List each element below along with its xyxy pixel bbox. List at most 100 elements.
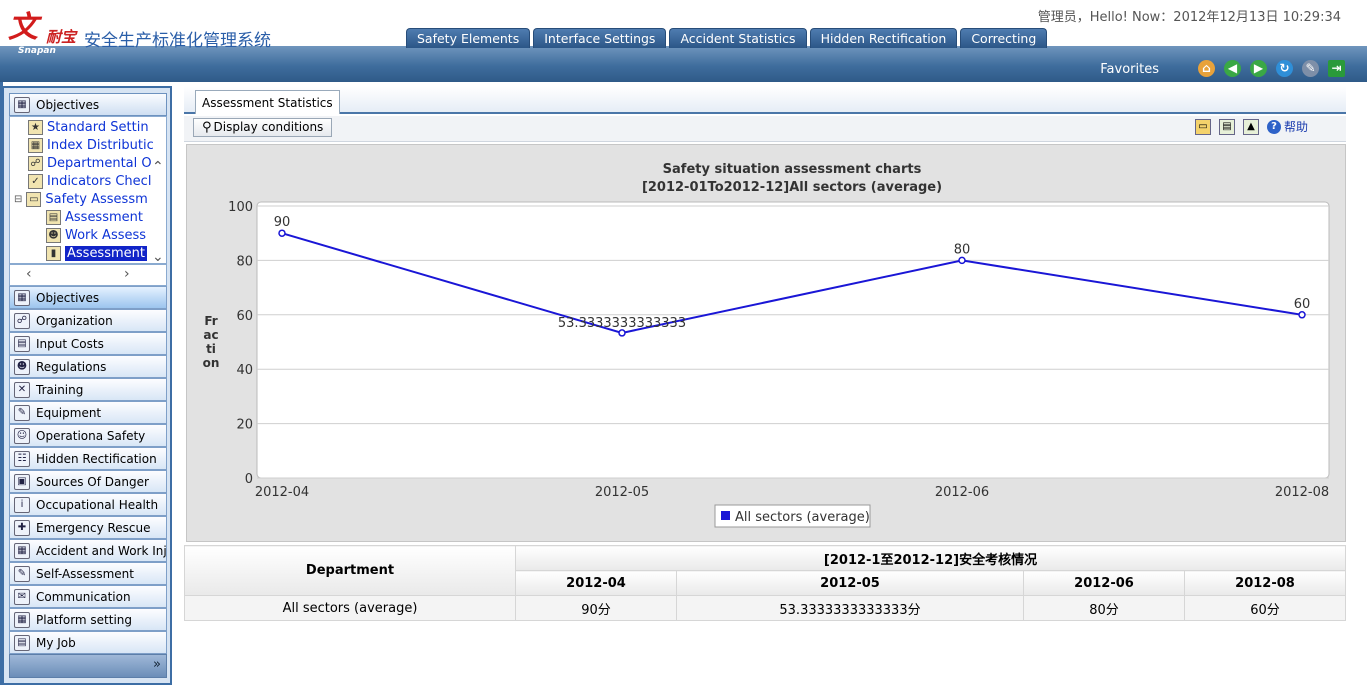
tree-item-work-assessment[interactable]: ☻ Work Assess (46, 226, 146, 244)
data-label: 60 (1294, 297, 1311, 312)
rectification-icon: ☷ (14, 450, 30, 467)
nav-label: Communication (36, 589, 131, 604)
help-button[interactable]: ? 帮助 (1266, 118, 1308, 135)
y-axis-label: ac (203, 328, 218, 342)
expand-icon[interactable]: » (153, 657, 161, 672)
legend-swatch (721, 511, 730, 520)
job-icon: ▤ (14, 634, 30, 651)
tree-scrollbar[interactable]: ⌃ ⌄ (152, 159, 164, 263)
nav-hidden-rectification[interactable]: ☷ Hidden Rectification (9, 447, 167, 470)
nav-label: Operationa Safety (36, 428, 146, 443)
nav-sources-of-danger[interactable]: ▣ Sources Of Danger (9, 470, 167, 493)
home-icon[interactable]: ⌂ (1198, 60, 1215, 77)
folder-icon: ▭ (26, 191, 42, 207)
chevron-left-icon[interactable]: ‹ (26, 266, 32, 282)
export-icon[interactable]: ▤ (1218, 118, 1235, 135)
chart-subtitle: [2012-01To2012-12]All sectors (average) (642, 180, 942, 195)
score-cell: 60分 (1184, 595, 1346, 621)
nav-my-job[interactable]: ▤ My Job (9, 631, 167, 654)
nav-training[interactable]: ✕ Training (9, 378, 167, 401)
help-icon: ? (1266, 119, 1281, 134)
image-icon[interactable]: ▲ (1242, 118, 1259, 135)
tree-item-index-distribution[interactable]: ▦ Index Distributic (28, 136, 154, 154)
nav-objectives[interactable]: ▦ Objectives (9, 286, 167, 309)
department-header: Department (184, 545, 516, 596)
tree-item-standard-settings[interactable]: ★ Standard Settin (28, 118, 149, 136)
nav-label: Objectives (36, 290, 100, 305)
logo-brand: 耐宝 (46, 28, 77, 46)
exit-icon[interactable]: ⇥ (1328, 60, 1345, 77)
nav-self-assessment[interactable]: ✎ Self-Assessment (9, 562, 167, 585)
tree-item-indicators-check[interactable]: ✓ Indicators Checl (28, 172, 151, 190)
collapse-icon[interactable]: ⊟ (14, 194, 22, 205)
x-tick-label: 2012-08 (1275, 485, 1329, 500)
chevron-up-icon[interactable]: ⌃ (152, 159, 164, 175)
nav-label: Occupational Health (36, 497, 159, 512)
open-folder-icon[interactable]: ▭ (1194, 118, 1211, 135)
y-tick-label: 0 (245, 472, 253, 487)
tree-item-label: Safety Assessm (45, 191, 148, 207)
app-header: 文 耐宝 Snapan 安全生产标准化管理系统 管理员，Hello! Now：2… (0, 0, 1367, 82)
tree-item-label: Index Distributic (47, 137, 154, 153)
nav-organization[interactable]: ☍ Organization (9, 309, 167, 332)
tab-assessment-statistics[interactable]: Assessment Statistics (195, 90, 340, 114)
tree-item-label: Standard Settin (47, 119, 149, 135)
nav-emergency-rescue[interactable]: ✚ Emergency Rescue (9, 516, 167, 539)
chevron-down-icon[interactable]: ⌄ (152, 249, 164, 263)
data-point (958, 256, 966, 265)
favorites-label[interactable]: Favorites (1100, 62, 1159, 77)
nav-occupational-health[interactable]: i Occupational Health (9, 493, 167, 516)
forward-icon[interactable]: ▶ (1250, 60, 1267, 77)
tree-item-assessment-statistics[interactable]: ▮ Assessment (46, 244, 147, 262)
data-label: 53.3333333333333 (558, 316, 686, 331)
chevron-right-icon[interactable]: › (124, 266, 130, 282)
objectives-icon: ▦ (14, 96, 30, 113)
tab-interface-settings[interactable]: Interface Settings (533, 28, 667, 48)
main-tabbar: Assessment Statistics (184, 86, 1346, 114)
y-tick-label: 100 (228, 200, 253, 215)
line-chart: Safety situation assessment charts [2012-… (203, 162, 1330, 528)
top-tabs: Safety Elements Interface Settings Accid… (406, 28, 1048, 48)
tree-item-safety-assessment[interactable]: ⊟ ▭ Safety Assessm (14, 190, 148, 208)
nav-operational-safety[interactable]: ☺ Operationa Safety (9, 424, 167, 447)
self-assessment-icon: ✎ (14, 565, 30, 582)
y-axis-label: ti (206, 342, 216, 356)
y-axis-label: on (203, 356, 220, 370)
tree-item-departmental[interactable]: ☍ Departmental O (28, 154, 152, 172)
nav-communication[interactable]: ✉ Communication (9, 585, 167, 608)
nav-accident-work-injury[interactable]: ▦ Accident and Work Injury (9, 539, 167, 562)
communication-icon: ✉ (14, 588, 30, 605)
tree-item-assessment[interactable]: ▤ Assessment (46, 208, 143, 226)
star-icon: ★ (28, 119, 43, 135)
back-icon[interactable]: ◀ (1224, 60, 1241, 77)
grid-icon: ▦ (28, 137, 43, 153)
help-label: 帮助 (1283, 120, 1308, 134)
tab-safety-elements[interactable]: Safety Elements (406, 28, 531, 48)
tab-correcting[interactable]: Correcting (960, 28, 1048, 48)
tab-accident-statistics[interactable]: Accident Statistics (669, 28, 807, 48)
objectives-icon: ▦ (14, 289, 30, 306)
nav-label: My Job (36, 635, 76, 650)
tree-header[interactable]: ▦ Objectives (9, 93, 167, 116)
accident-icon: ▦ (14, 542, 30, 559)
chart-title: Safety situation assessment charts (663, 162, 922, 177)
toolbar: ⚲ Display conditions ▭ ▤ ▲ ? 帮助 (184, 116, 1346, 142)
organization-icon: ☍ (14, 312, 30, 329)
refresh-icon[interactable]: ↻ (1276, 60, 1293, 77)
nav-input-costs[interactable]: ▤ Input Costs (9, 332, 167, 355)
nav-regulations[interactable]: ☻ Regulations (9, 355, 167, 378)
tree-horizontal-scrollbar[interactable]: ‹ › (9, 264, 167, 286)
platform-icon: ▦ (14, 611, 30, 628)
month-header: 2012-06 (1023, 570, 1185, 596)
dept-cell: All sectors (average) (184, 595, 516, 621)
objectives-tree: ★ Standard Settin ▦ Index Distributic ☍ Dep… (9, 116, 167, 264)
nav-footer: » (9, 654, 167, 678)
display-conditions-button[interactable]: ⚲ Display conditions (193, 118, 333, 137)
tools-icon[interactable]: ✎ (1302, 60, 1319, 77)
nav-equipment[interactable]: ✎ Equipment (9, 401, 167, 424)
nav-platform-setting[interactable]: ▦ Platform setting (9, 608, 167, 631)
tab-hidden-rectification[interactable]: Hidden Rectification (809, 28, 958, 48)
nav-label: Training (36, 382, 84, 397)
data-label: 80 (954, 242, 971, 257)
legend-label: All sectors (average) (735, 510, 870, 525)
